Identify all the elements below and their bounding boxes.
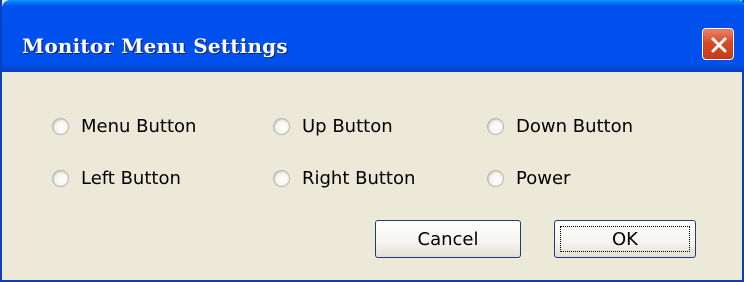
- radio-down-button[interactable]: Down Button: [487, 114, 633, 138]
- close-icon: [711, 37, 727, 53]
- radio-label: Power: [516, 167, 571, 189]
- radio-label: Menu Button: [81, 115, 197, 137]
- cancel-button[interactable]: Cancel: [375, 220, 521, 258]
- radio-circle[interactable]: [487, 169, 504, 187]
- close-button[interactable]: [702, 28, 734, 60]
- cancel-button-label: Cancel: [417, 228, 479, 250]
- radio-power[interactable]: Power: [487, 166, 570, 190]
- radio-label: Up Button: [302, 115, 393, 137]
- radio-circle[interactable]: [52, 169, 69, 187]
- dialog-client-area: Menu Button Up Button Down Button Left B…: [2, 72, 742, 282]
- radio-label: Right Button: [302, 167, 416, 189]
- title-bar[interactable]: Monitor Menu Settings: [2, 0, 744, 72]
- radio-right-button[interactable]: Right Button: [273, 166, 415, 190]
- dialog-window: Monitor Menu Settings Menu Button Up But…: [0, 0, 744, 282]
- window-title: Monitor Menu Settings: [22, 34, 288, 58]
- radio-label: Down Button: [516, 115, 634, 137]
- radio-circle[interactable]: [273, 169, 290, 187]
- radio-circle[interactable]: [487, 117, 504, 135]
- radio-label: Left Button: [81, 167, 181, 189]
- radio-circle[interactable]: [273, 117, 290, 135]
- focus-rectangle: [560, 226, 690, 252]
- radio-menu-button[interactable]: Menu Button: [52, 114, 196, 138]
- radio-up-button[interactable]: Up Button: [273, 114, 393, 138]
- ok-button[interactable]: OK: [554, 220, 696, 258]
- radio-left-button[interactable]: Left Button: [52, 166, 181, 190]
- radio-circle[interactable]: [52, 117, 69, 135]
